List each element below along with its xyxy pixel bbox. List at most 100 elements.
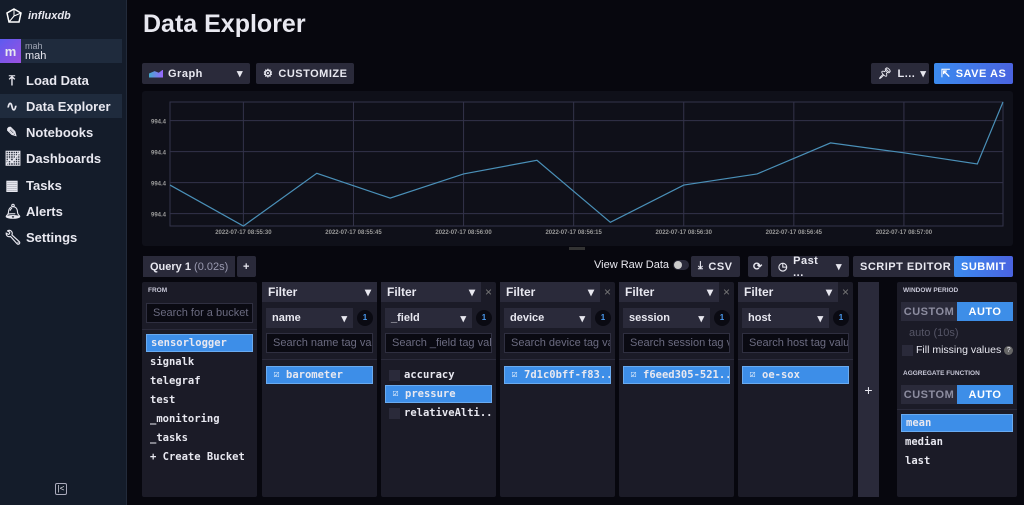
resize-handle[interactable] [569,247,585,250]
toggle-switch[interactable] [673,260,689,270]
caret-down-icon: ▾ [825,285,832,299]
tag-value-search-input[interactable]: Search host tag values [742,333,849,353]
tag-value-item[interactable]: ☑ oe-sox [742,366,849,384]
nav-item-notebooks[interactable]: ✎ Notebooks [0,121,122,145]
tag-value-item[interactable]: ☑ 7d1c0bff-f83... [504,366,611,384]
clock-icon: ◷ [778,261,789,273]
add-query-button[interactable]: + [237,256,256,277]
tag-value-search-input[interactable]: Search device tag values [504,333,611,353]
filter-function-dropdown[interactable]: Filter ▾ [738,282,838,302]
checkbox-icon[interactable]: ☑ [271,369,282,381]
help-icon[interactable]: ? [1004,345,1014,355]
nav-item-alerts[interactable]: 🔔︎ Alerts [0,200,122,224]
filter-panel-_field: Filter▾× _field▾1 Search _field tag valu… [381,282,496,497]
tag-value-item[interactable]: ☑ pressure [385,385,492,403]
pin-label: L... [897,67,916,80]
influxdb-cube-icon [6,8,22,23]
tag-value-item[interactable]: ☑ barometer [266,366,373,384]
aggregate-function-item[interactable]: last [901,452,1013,470]
script-editor-button[interactable]: SCRIPT EDITOR [853,256,959,277]
collapse-sidebar-icon[interactable]: |< [55,483,67,495]
tag-value-item[interactable]: accuracy [385,366,492,384]
tag-value-search-input[interactable]: Search session tag values [623,333,730,353]
tag-key-dropdown[interactable]: device ▾ [504,308,591,328]
filter-function-dropdown[interactable]: Filter ▾ [381,282,481,302]
tag-value-search-input[interactable]: Search _field tag values [385,333,492,353]
checkbox-icon[interactable] [389,369,400,381]
nav-item-load-data[interactable]: ⤒ Load Data [0,68,122,92]
caret-down-icon: ▾ [341,312,347,325]
aggregate-function-item[interactable]: median [901,433,1013,451]
filter-function-dropdown[interactable]: Filter ▾ [619,282,719,302]
tag-key-label: device [510,312,545,324]
checkbox[interactable] [902,344,913,356]
nav-item-data-explorer[interactable]: ∿ Data Explorer [0,94,122,119]
nav-item-dashboards[interactable]: 📈︎ Dashboards [0,147,122,171]
aggregate-auto-button[interactable]: AUTO [957,385,1013,404]
nav-label: Dashboards [26,151,102,167]
create-bucket-button[interactable]: + Create Bucket [146,448,253,466]
tag-key-dropdown[interactable]: host ▾ [742,308,829,328]
graph-type-dropdown[interactable]: Graph ▾ [142,63,250,84]
bucket-item[interactable]: test [146,391,253,409]
from-label: FROM [148,287,168,294]
filter-function-dropdown[interactable]: Filter ▾ [262,282,377,302]
filter-function-dropdown[interactable]: Filter ▾ [500,282,600,302]
tag-value-item[interactable]: ☑ f6eed305-521... [623,366,730,384]
customize-label: CUSTOMIZE [278,67,348,80]
customize-button[interactable]: ⚙ CUSTOMIZE [256,63,355,84]
window-custom-button[interactable]: CUSTOM [901,302,957,321]
time-range-dropdown[interactable]: ◷ Past ... ▾ [771,254,849,279]
aggregate-custom-button[interactable]: CUSTOM [901,385,957,404]
caret-down-icon: ▾ [835,261,842,273]
export-icon: ⇱ [941,68,951,80]
time-range-label: Past ... [793,254,819,279]
bucket-item[interactable]: signalk [146,353,253,371]
user-org-switcher[interactable]: m mah mah [0,39,122,63]
checkbox-icon[interactable]: ☑ [628,369,639,381]
query-tab[interactable]: Query 1 (0.02s) [143,256,236,277]
checkbox-icon[interactable]: ☑ [509,369,520,381]
close-icon[interactable]: × [481,282,496,302]
tag-key-dropdown[interactable]: _field ▾ [385,308,472,328]
tag-value-search-input[interactable]: Search name tag values [266,333,373,353]
bucket-item[interactable]: _tasks [146,429,253,447]
save-as-button[interactable]: ⇱ SAVE AS [934,63,1014,84]
x-tick-label: 2022-07-17 08:57:00 [876,230,933,236]
tag-key-dropdown[interactable]: session ▾ [623,308,710,328]
gear-icon: ⚙ [263,68,274,80]
filter-header-label: Filter [506,285,536,299]
user-name: mah [25,50,47,62]
checkbox-icon[interactable]: ☑ [390,388,401,400]
bucket-item[interactable]: sensorlogger [146,334,253,352]
filter-panel-device: Filter▾× device▾1 Search device tag valu… [500,282,615,497]
csv-button[interactable]: ⤓ CSV [691,256,740,277]
save-as-label: SAVE AS [955,67,1007,80]
caret-down-icon: ▾ [364,285,371,299]
close-icon[interactable]: × [600,282,615,302]
tag-value-label: oe-sox [762,369,800,381]
checkbox-icon[interactable]: ☑ [747,369,758,381]
window-auto-button[interactable]: AUTO [957,302,1013,321]
influxdb-logo[interactable]: influxdb [6,8,71,24]
close-icon[interactable]: × [838,282,853,302]
refresh-icon: ⟳ [753,261,763,273]
close-icon[interactable]: × [719,282,734,302]
tag-value-item[interactable]: relativeAlti... [385,404,492,422]
add-filter-button[interactable]: + [858,282,879,497]
nav-item-settings[interactable]: 🔧︎ Settings [0,226,122,250]
aggregate-function-item[interactable]: mean [901,414,1013,432]
refresh-button[interactable]: ⟳ [748,256,768,277]
nav-item-tasks[interactable]: ▦ Tasks [0,173,122,197]
tag-key-dropdown[interactable]: name ▾ [266,308,353,328]
checkbox-icon[interactable] [389,407,400,419]
submit-button[interactable]: SUBMIT [954,256,1014,277]
nav-label: Tasks [26,177,62,193]
fill-missing-checkbox[interactable]: Fill missing values? [897,339,1017,356]
y-tick-label: 994.4 [151,182,167,188]
bucket-search-input[interactable]: Search for a bucket [146,303,253,323]
bucket-item[interactable]: telegraf [146,372,253,390]
pin-dropdown[interactable]: 📌︎ L... ▾ [871,63,929,84]
bucket-item[interactable]: _monitoring [146,410,253,428]
view-raw-data-toggle[interactable]: View Raw Data [594,259,689,271]
